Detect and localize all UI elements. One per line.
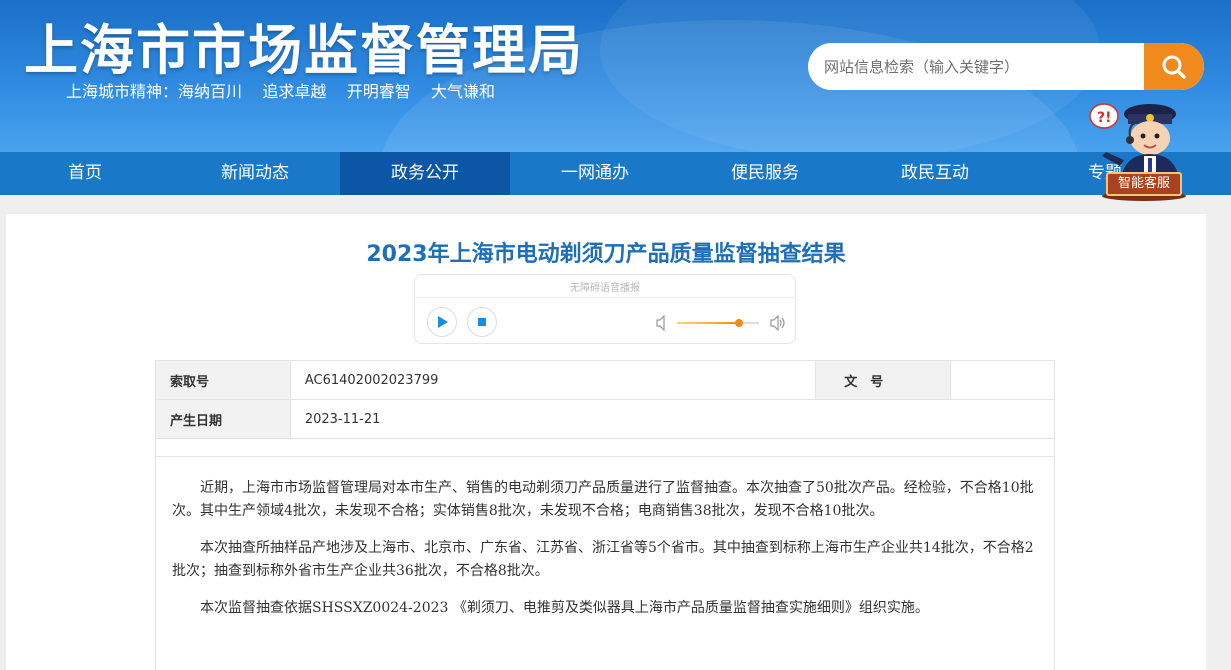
index-number-label: 索取号: [155, 360, 291, 400]
document-number-label: 文 号: [815, 360, 952, 400]
city-slogan: 上海城市精神：海纳百川 追求卓越 开明睿智 大气谦和: [66, 82, 496, 101]
nav-item-online-services[interactable]: 一网通办: [510, 152, 680, 195]
volume-slider[interactable]: [677, 319, 759, 327]
article-paragraph: 本次抽查所抽样品产地涉及上海市、北京市、广东省、江苏省、浙江省等5个省市。其中抽…: [172, 540, 1034, 579]
play-button[interactable]: [427, 307, 457, 337]
meta-row: 索取号 AC61402002023799 文 号: [155, 360, 1055, 400]
nav-item-home[interactable]: 首页: [0, 152, 170, 195]
nav-item-public-services[interactable]: 便民服务: [680, 152, 850, 195]
nav-item-interaction[interactable]: 政民互动: [850, 152, 1020, 195]
volume-low-icon[interactable]: [655, 315, 669, 331]
search-icon: [1162, 55, 1186, 79]
player-caption: 无障碍语音播报: [570, 283, 640, 294]
date-value: 2023-11-21: [289, 399, 1056, 439]
index-number-value: AC61402002023799: [289, 360, 817, 400]
search-box: [808, 43, 1204, 90]
nav-item-government-affairs[interactable]: 政务公开: [340, 152, 510, 195]
document-meta-table: 索取号 AC61402002023799 文 号 产生日期 2023-11-21: [155, 360, 1056, 457]
site-header: 上海市市场监督管理局 上海城市精神：海纳百川 追求卓越 开明睿智 大气谦和: [0, 0, 1231, 152]
play-icon: [438, 316, 448, 328]
volume-knob[interactable]: [734, 319, 743, 327]
article-paragraph: 近期，上海市市场监督管理局对本市生产、销售的电动剃须刀产品质量进行了监督抽查。本…: [172, 480, 1034, 519]
meta-row: 产生日期 2023-11-21: [155, 399, 1056, 439]
search-button[interactable]: [1144, 43, 1204, 90]
article-body: 近期，上海市市场监督管理局对本市生产、销售的电动剃须刀产品质量进行了监督抽查。本…: [155, 457, 1055, 670]
nav-item-news[interactable]: 新闻动态: [170, 152, 340, 195]
player-divider: [415, 297, 795, 298]
document-number-value: [950, 360, 1055, 400]
article-paragraph: 本次监督抽查依据SHSSXZ0024-2023 《剃须刀、电推剪及类似器具上海市…: [200, 600, 929, 616]
search-input[interactable]: [808, 43, 1146, 90]
volume-high-icon[interactable]: [769, 315, 787, 331]
article-title: 2023年上海市电动剃须刀产品质量监督抽查结果: [366, 242, 846, 267]
stop-icon: [478, 318, 486, 326]
article-container: 2023年上海市电动剃须刀产品质量监督抽查结果 无障碍语音播报 索取号 AC61…: [6, 214, 1206, 670]
stop-button[interactable]: [467, 307, 497, 337]
audio-player: 无障碍语音播报: [414, 274, 796, 344]
volume-fill: [677, 322, 739, 324]
assistant-label[interactable]: 智能客服: [1106, 172, 1182, 196]
date-label: 产生日期: [155, 399, 291, 439]
meta-spacer: [155, 438, 1055, 457]
svg-text:?!: ?!: [1097, 110, 1112, 126]
site-title: 上海市市场监督管理局: [24, 19, 584, 82]
main-nav: 首页 新闻动态 政务公开 一网通办 便民服务 政民互动 专题: [0, 152, 1231, 195]
